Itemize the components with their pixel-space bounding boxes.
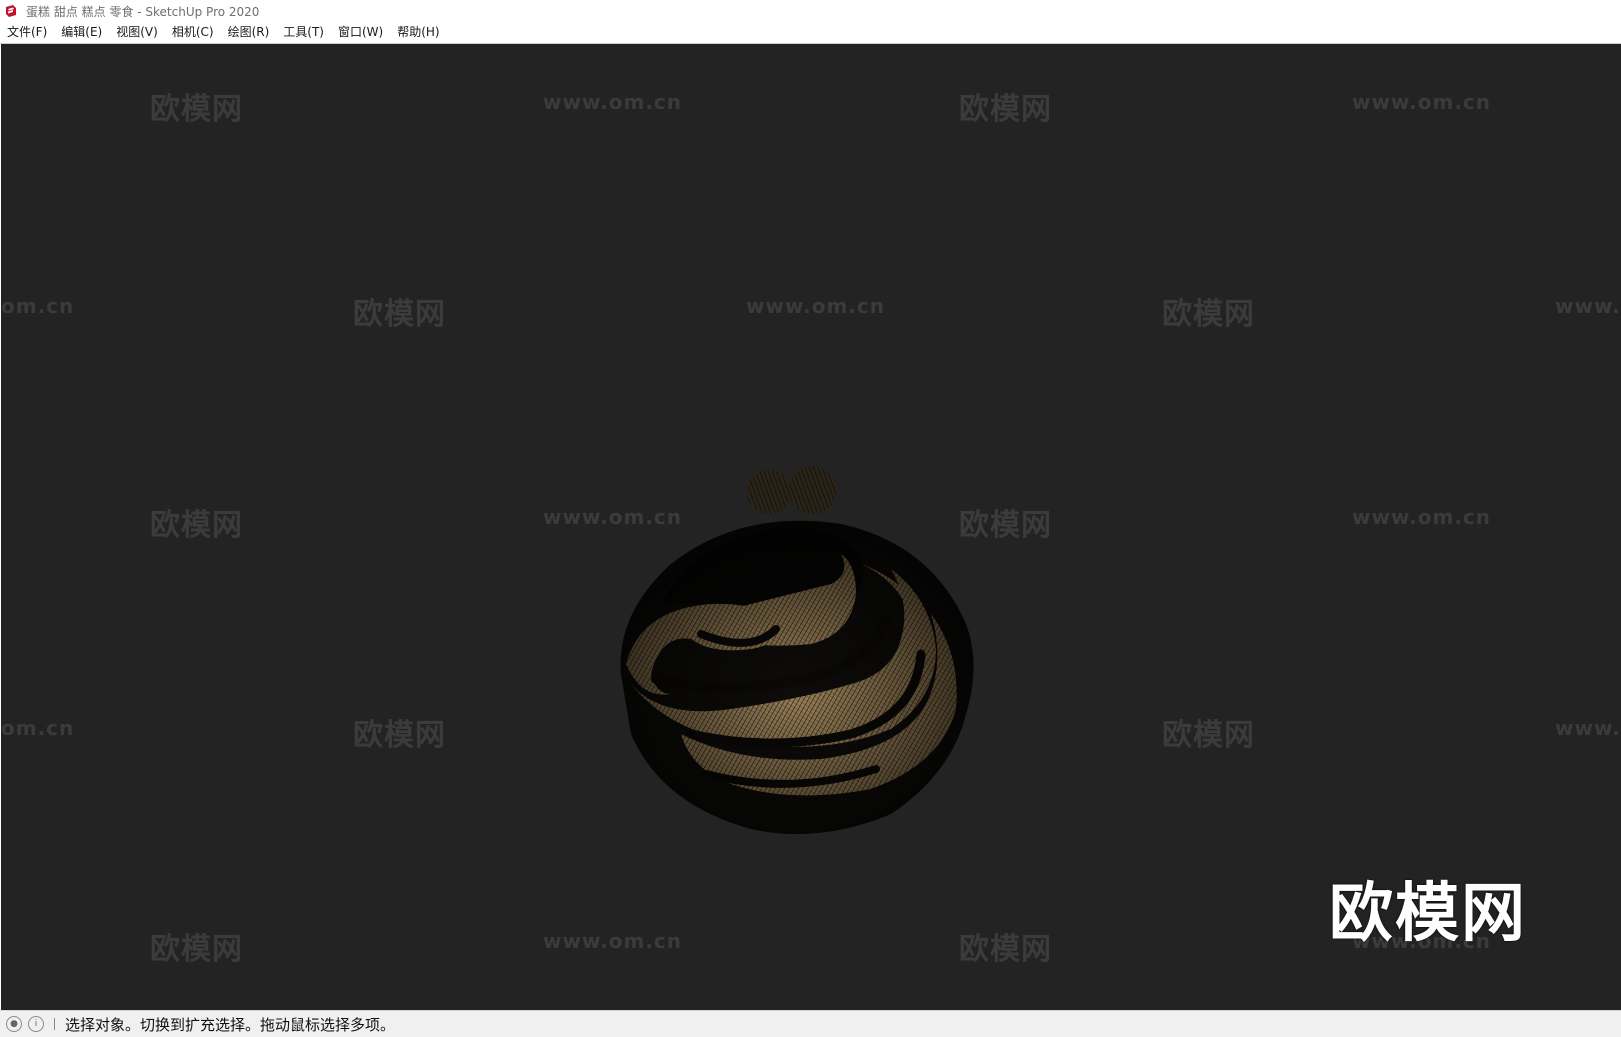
- watermark: www.: [1555, 716, 1621, 740]
- window-title: 蛋糕 甜点 糕点 零食 - SketchUp Pro 2020: [26, 4, 260, 19]
- watermark: 欧模网: [150, 932, 243, 967]
- menu-window[interactable]: 窗口(W): [331, 22, 390, 43]
- watermark: 欧模网: [353, 718, 446, 753]
- menu-edit[interactable]: 编辑(E): [54, 22, 109, 43]
- watermark: 欧模网: [150, 508, 243, 543]
- cake-model[interactable]: [601, 434, 1021, 864]
- watermark: www.om.cn: [746, 294, 886, 318]
- modeling-viewport[interactable]: 欧模网 www.om.cn 欧模网 www.om.cn om.cn 欧模网 ww…: [1, 44, 1621, 1010]
- menu-tools[interactable]: 工具(T): [276, 22, 331, 43]
- watermark: om.cn: [1, 716, 75, 740]
- menu-file[interactable]: 文件(F): [0, 22, 54, 43]
- geolocation-icon[interactable]: ●: [6, 1016, 22, 1032]
- status-separator: [54, 1018, 55, 1030]
- watermark: www.om.cn: [1352, 505, 1492, 529]
- info-icon[interactable]: i: [28, 1016, 44, 1032]
- title-bar: 蛋糕 甜点 糕点 零食 - SketchUp Pro 2020: [0, 0, 1621, 22]
- watermark: 欧模网: [150, 92, 243, 127]
- status-message: 选择对象。切换到扩充选择。拖动鼠标选择多项。: [65, 1015, 396, 1034]
- menu-help[interactable]: 帮助(H): [390, 22, 446, 43]
- watermark: 欧模网: [959, 932, 1052, 967]
- menu-draw[interactable]: 绘图(R): [221, 22, 277, 43]
- menu-view[interactable]: 视图(V): [109, 22, 165, 43]
- watermark: 欧模网: [353, 297, 446, 332]
- sketchup-icon: [4, 4, 18, 18]
- watermark: 欧模网: [1162, 297, 1255, 332]
- watermark: www.om.cn: [543, 929, 683, 953]
- status-bar: ● i 选择对象。切换到扩充选择。拖动鼠标选择多项。: [0, 1010, 1621, 1037]
- watermark: www.: [1555, 294, 1621, 318]
- menu-camera[interactable]: 相机(C): [165, 22, 221, 43]
- watermark: 欧模网: [1162, 718, 1255, 753]
- menu-bar: 文件(F) 编辑(E) 视图(V) 相机(C) 绘图(R) 工具(T) 窗口(W…: [0, 22, 1621, 44]
- watermark: www.om.cn: [1352, 90, 1492, 114]
- watermark: www.om.cn: [543, 90, 683, 114]
- watermark: om.cn: [1, 294, 75, 318]
- watermark: 欧模网: [959, 92, 1052, 127]
- watermark-logo: 欧模网: [1329, 877, 1527, 951]
